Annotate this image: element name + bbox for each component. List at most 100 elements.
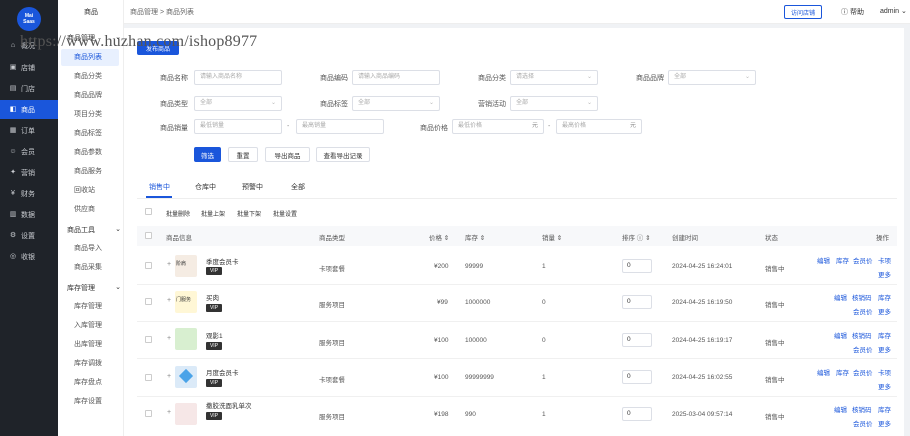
sort-input[interactable]: 0 (622, 370, 652, 384)
export-log-button[interactable]: 查看导出记录 (316, 147, 370, 162)
tab-all[interactable]: 全部 (291, 182, 305, 192)
bulk-onshelf-button[interactable]: 批量上架 (201, 209, 225, 218)
col-sales[interactable]: 销量 ⇕ (542, 232, 562, 242)
stock-link[interactable]: 库存 (878, 292, 891, 302)
subnav-item-recycle[interactable]: 回收站 (61, 182, 119, 199)
subnav-item-tags[interactable]: 商品标签 (61, 125, 119, 142)
sort-input[interactable]: 0 (622, 295, 652, 309)
stock-link[interactable]: 库存 (878, 330, 891, 340)
sales-max-input[interactable]: 最高销量 (296, 119, 384, 134)
edit-link[interactable]: 编辑 (834, 404, 847, 414)
goods-code-input[interactable]: 请输入商品编码 (352, 70, 440, 85)
price-min-input[interactable]: 最低价格 元 (452, 119, 544, 134)
stock-link[interactable]: 库存 (836, 367, 849, 377)
subnav-item-transfer[interactable]: 库存调拨 (61, 355, 119, 372)
sort-input[interactable]: 0 (622, 259, 652, 273)
more-link[interactable]: 更多 (878, 418, 891, 428)
sidebar-item-shop[interactable]: ▤ 门店 (0, 79, 58, 98)
type-select[interactable]: 全部 ⌄ (194, 96, 282, 111)
product-name[interactable]: 月度会员卡 (206, 367, 239, 377)
tab-warning[interactable]: 预警中 (242, 182, 263, 192)
sort-input[interactable]: 0 (622, 333, 652, 347)
expand-icon[interactable]: + (167, 409, 171, 416)
product-name[interactable]: 季度会员卡 (206, 256, 239, 266)
member-price-link[interactable]: 会员价 (853, 367, 873, 377)
col-stock[interactable]: 库存 ⇕ (465, 232, 485, 242)
col-price[interactable]: 价格 ⇕ (429, 232, 449, 242)
reset-button[interactable]: 重置 (228, 147, 258, 162)
subnav-item-params[interactable]: 商品参数 (61, 144, 119, 161)
more-link[interactable]: 更多 (878, 381, 891, 391)
row-checkbox[interactable] (145, 410, 152, 417)
filter-button[interactable]: 筛选 (194, 147, 221, 162)
subnav-item-stock-settings[interactable]: 库存设置 (61, 393, 119, 410)
subnav-item-category[interactable]: 商品分类 (61, 68, 119, 85)
tab-warehouse[interactable]: 仓库中 (195, 182, 216, 192)
select-all-checkbox[interactable] (145, 208, 152, 215)
member-price-link[interactable]: 会员价 (853, 344, 873, 354)
verify-code-link[interactable]: 核销码 (852, 330, 872, 340)
member-price-link[interactable]: 会员价 (853, 306, 873, 316)
subnav-item-brand[interactable]: 商品品牌 (61, 87, 119, 104)
product-name[interactable]: 撒胶洗面乳单次 (206, 400, 252, 410)
expand-icon[interactable]: + (167, 335, 171, 342)
tab-on-sale[interactable]: 销售中 (149, 182, 170, 192)
edit-link[interactable]: 编辑 (817, 367, 830, 377)
col-sort[interactable]: 排序 ⓘ ⇕ (622, 232, 651, 242)
verify-code-link[interactable]: 核销码 (852, 292, 872, 302)
edit-link[interactable]: 编辑 (817, 255, 830, 265)
tag-select[interactable]: 全部 ⌄ (352, 96, 440, 111)
header-checkbox[interactable] (145, 232, 152, 239)
sidebar-item-goods[interactable]: ◧ 商品 (0, 100, 58, 119)
edit-link[interactable]: 编辑 (834, 292, 847, 302)
sidebar-item-orders[interactable]: ▦ 订单 (0, 121, 58, 140)
subnav-item-stock-manage[interactable]: 库存管理 (61, 298, 119, 315)
subnav-item-collect[interactable]: 商品采集 (61, 259, 119, 276)
subnav-item-project-category[interactable]: 项目分类 (61, 106, 119, 123)
visit-store-button[interactable]: 访问店铺 (784, 5, 822, 19)
subnav-item-inventory[interactable]: 库存盘点 (61, 374, 119, 391)
sidebar-item-data[interactable]: ▥ 数据 (0, 205, 58, 224)
sidebar-item-store[interactable]: ▣ 店铺 (0, 58, 58, 77)
edit-link[interactable]: 编辑 (834, 330, 847, 340)
app-logo[interactable]: Mai Saas (17, 7, 41, 31)
product-name[interactable]: 观影1 (206, 330, 223, 340)
expand-icon[interactable]: + (167, 297, 171, 304)
member-price-link[interactable]: 会员价 (853, 255, 873, 265)
expand-icon[interactable]: + (167, 261, 171, 268)
sort-input[interactable]: 0 (622, 407, 652, 421)
bulk-settings-button[interactable]: 批量设置 (273, 209, 297, 218)
subnav-item-goods-list[interactable]: 商品列表 (61, 49, 119, 66)
subnav-group-tools[interactable]: 商品工具 ⌄ (67, 225, 121, 235)
row-checkbox[interactable] (145, 298, 152, 305)
category-select[interactable]: 请选择 ⌄ (510, 70, 598, 85)
help-link[interactable]: ⓘ 帮助 (841, 7, 864, 17)
bulk-offshelf-button[interactable]: 批量下架 (237, 209, 261, 218)
stock-link[interactable]: 库存 (836, 255, 849, 265)
subnav-item-supplier[interactable]: 供应商 (61, 201, 119, 218)
sales-min-input[interactable]: 最低销量 (194, 119, 282, 134)
row-checkbox[interactable] (145, 262, 152, 269)
sidebar-item-finance[interactable]: ¥ 财务 (0, 184, 58, 203)
more-link[interactable]: 更多 (878, 306, 891, 316)
brand-select[interactable]: 全部 ⌄ (668, 70, 756, 85)
goods-name-input[interactable]: 请输入商品名称 (194, 70, 282, 85)
user-menu[interactable]: admin ⌄ (880, 7, 907, 15)
sidebar-item-members[interactable]: ☺ 会员 (0, 142, 58, 161)
more-link[interactable]: 更多 (878, 269, 891, 279)
card-link[interactable]: 卡项 (878, 255, 891, 265)
sidebar-item-settings[interactable]: ⚙ 设置 (0, 226, 58, 245)
row-checkbox[interactable] (145, 374, 152, 381)
subnav-item-stock-in[interactable]: 入库管理 (61, 317, 119, 334)
bulk-delete-button[interactable]: 批量删除 (166, 209, 190, 218)
sidebar-item-marketing[interactable]: ✦ 营销 (0, 163, 58, 182)
row-checkbox[interactable] (145, 336, 152, 343)
subnav-item-import[interactable]: 商品导入 (61, 240, 119, 257)
export-button[interactable]: 导出商品 (265, 147, 310, 162)
promo-select[interactable]: 全部 ⌄ (510, 96, 598, 111)
subnav-item-stock-out[interactable]: 出库管理 (61, 336, 119, 353)
stock-link[interactable]: 库存 (878, 404, 891, 414)
more-link[interactable]: 更多 (878, 344, 891, 354)
expand-icon[interactable]: + (167, 373, 171, 380)
subnav-item-service[interactable]: 商品服务 (61, 163, 119, 180)
